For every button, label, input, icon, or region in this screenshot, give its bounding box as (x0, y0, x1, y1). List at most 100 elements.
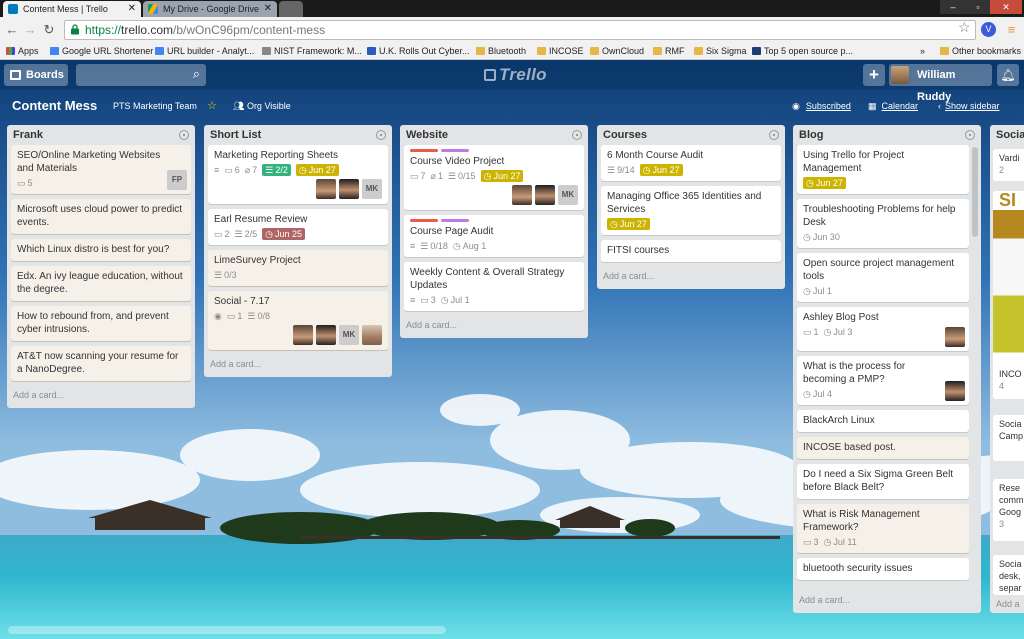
list-scrollbar[interactable] (972, 147, 978, 237)
bookmark-google-url-shortener[interactable]: Google URL Shortener (50, 43, 153, 59)
list-menu-icon[interactable] (376, 130, 386, 140)
bookmark-folder-incose[interactable]: INCOSE (537, 43, 584, 59)
more-bookmarks-button[interactable]: » (920, 43, 925, 59)
board-team-name[interactable]: PTS Marketing Team (113, 101, 197, 111)
forward-icon[interactable]: → (22, 21, 38, 39)
list-card[interactable]: Which Linux distro is best for you? (11, 239, 191, 261)
add-card-link[interactable]: Add a card... (793, 591, 981, 613)
add-card-link[interactable]: Add a card... (597, 267, 785, 289)
list-website[interactable]: Website Course Video Project ▭ 7 ⌀ 1 ☰ 0/15 ◷ Jun… (400, 125, 588, 338)
list-card[interactable]: Edx. An ivy league education, without th… (11, 266, 191, 301)
list-card[interactable]: Troubleshooting Problems for help Desk ◷ J… (797, 199, 969, 248)
list-header[interactable]: Blog (793, 125, 981, 145)
add-card-link[interactable]: Add a card... (7, 386, 195, 408)
browser-tab-trello[interactable]: Content Mess | Trello ✕ (3, 1, 141, 17)
list-card[interactable]: What is Risk Management Framework? ▭ 3 ◷ Jul… (797, 504, 969, 553)
bookmark-folder-owncloud[interactable]: OwnCloud (590, 43, 644, 59)
list-card[interactable]: AT&T now scanning your resume for a Nano… (11, 346, 191, 381)
list-card[interactable]: INCO 4 (993, 365, 1024, 399)
maximize-icon[interactable]: ▫ (966, 0, 990, 14)
list-card[interactable]: Microsoft uses cloud power to predict ev… (11, 199, 191, 234)
avatar[interactable]: MK (339, 325, 359, 345)
bookmark-top5[interactable]: Top 5 open source p... (752, 43, 853, 59)
list-header[interactable]: Short List (204, 125, 392, 145)
bookmark-apps[interactable]: Apps (6, 43, 39, 59)
list-header[interactable]: Courses (597, 125, 785, 145)
list-card[interactable]: Vardi 2 (993, 149, 1024, 181)
list-social-partial[interactable]: Socia Vardi 2 SI INCO 4 Socia Camp Rese comm… (990, 125, 1024, 613)
avatar[interactable] (945, 381, 965, 401)
subscribed-toggle[interactable]: ◉ Subscribed (792, 101, 851, 112)
star-icon[interactable]: ☆ (207, 99, 217, 112)
add-button[interactable]: + (863, 64, 885, 86)
back-icon[interactable]: ← (4, 21, 20, 39)
list-card[interactable]: BlackArch Linux (797, 410, 969, 432)
close-window-icon[interactable]: ✕ (990, 0, 1022, 14)
bookmark-folder-other[interactable]: Other bookmarks (940, 43, 1021, 59)
bookmark-folder-bluetooth[interactable]: Bluetooth (476, 43, 526, 59)
list-card[interactable]: Using Trello for Project Management ◷ Jun … (797, 145, 969, 194)
bookmark-folder-six-sigma[interactable]: Six Sigma (694, 43, 747, 59)
member-menu-button[interactable]: William Ruddy (889, 64, 992, 103)
bookmark-nist[interactable]: NIST Framework: M... (262, 43, 362, 59)
search-input[interactable]: ⌕ (76, 64, 206, 86)
list-short-list[interactable]: Short List Marketing Reporting Sheets ≡ ▭ 6 ⌀… (204, 125, 392, 377)
list-card[interactable]: Earl Resume Review ▭ 2 ☰ 2/5 ◷ Jun 25 (208, 209, 388, 245)
avatar[interactable] (339, 179, 359, 199)
list-card[interactable]: Marketing Reporting Sheets ≡ ▭ 6 ⌀ 7 ☰ 2/2 ◷ Jun … (208, 145, 388, 204)
list-menu-icon[interactable] (769, 130, 779, 140)
list-card[interactable]: Socia Camp (993, 415, 1024, 461)
list-card[interactable]: Ashley Blog Post ▭ 1 ◷ Jul 3 (797, 307, 969, 351)
boards-button[interactable]: Boards (4, 64, 68, 86)
list-card[interactable]: How to rebound from, and prevent cyber i… (11, 306, 191, 341)
list-card[interactable]: INCOSE based post. (797, 437, 969, 459)
avatar[interactable] (362, 325, 382, 345)
reload-icon[interactable]: ↻ (41, 21, 57, 39)
list-card[interactable]: LimeSurvey Project ☰ 0/3 (208, 250, 388, 286)
list-card[interactable]: Open source project management tools ◷ Jul… (797, 253, 969, 302)
bookmark-folder-rmf[interactable]: RMF (653, 43, 685, 59)
calendar-button[interactable]: ▦ Calendar (868, 101, 918, 112)
list-menu-icon[interactable] (965, 130, 975, 140)
board-visibility[interactable]: 👥︎ Org Visible (233, 101, 291, 112)
list-frank[interactable]: Frank SEO/Online Marketing Websites and M… (7, 125, 195, 408)
avatar[interactable] (945, 327, 965, 347)
avatar[interactable] (293, 325, 313, 345)
bookmark-star-icon[interactable]: ☆ (958, 19, 971, 36)
trello-logo[interactable]: Trello (484, 65, 547, 85)
list-card[interactable]: Course Video Project ▭ 7 ⌀ 1 ☰ 0/15 ◷ Jun 27 MK (404, 145, 584, 210)
avatar[interactable] (512, 185, 532, 205)
minimize-icon[interactable]: – (940, 0, 966, 14)
notifications-bell-icon[interactable]: 🔔︎ (997, 64, 1019, 86)
close-tab-icon[interactable]: ✕ (128, 1, 136, 17)
extension-icon[interactable]: V (981, 22, 996, 37)
list-menu-icon[interactable] (179, 130, 189, 140)
bookmark-uk-cyber[interactable]: U.K. Rolls Out Cyber... (367, 43, 470, 59)
board-title[interactable]: Content Mess (12, 98, 97, 113)
browser-tab-google-drive[interactable]: My Drive - Google Drive ✕ (143, 1, 277, 17)
list-card[interactable]: Weekly Content & Overall Strategy Update… (404, 262, 584, 311)
list-card[interactable]: bluetooth security issues (797, 558, 969, 580)
avatar[interactable]: MK (362, 179, 382, 199)
avatar[interactable]: MK (558, 185, 578, 205)
new-tab-button[interactable] (279, 1, 303, 17)
add-card-link[interactable]: Add a card... (204, 355, 392, 377)
avatar[interactable]: FP (167, 170, 187, 190)
list-card[interactable]: Social - 7.17 ◉ ▭ 1 ☰ 0/8 MK (208, 291, 388, 350)
list-menu-icon[interactable] (572, 130, 582, 140)
bookmark-url-builder[interactable]: URL builder - Analyt... (155, 43, 254, 59)
list-card[interactable]: Course Page Audit ≡ ☰ 0/18 ◷ Aug 1 (404, 215, 584, 257)
list-card[interactable]: SEO/Online Marketing Websites and Materi… (11, 145, 191, 194)
list-card[interactable]: Socia desk, separ (993, 555, 1024, 595)
list-header[interactable]: Frank (7, 125, 195, 145)
list-header[interactable]: Website (400, 125, 588, 145)
list-card[interactable]: FITSI courses (601, 240, 781, 262)
list-card[interactable]: Managing Office 365 Identities and Servi… (601, 186, 781, 235)
board-horizontal-scrollbar[interactable] (0, 624, 1024, 639)
avatar[interactable] (316, 179, 336, 199)
chrome-menu-icon[interactable]: ≡ (1004, 22, 1019, 37)
list-card[interactable]: Rese comm Goog 3 (993, 479, 1024, 541)
avatar[interactable] (316, 325, 336, 345)
list-card[interactable]: 6 Month Course Audit ☰ 9/14 ◷ Jun 27 (601, 145, 781, 181)
add-card-link[interactable]: Add a (996, 599, 1020, 609)
